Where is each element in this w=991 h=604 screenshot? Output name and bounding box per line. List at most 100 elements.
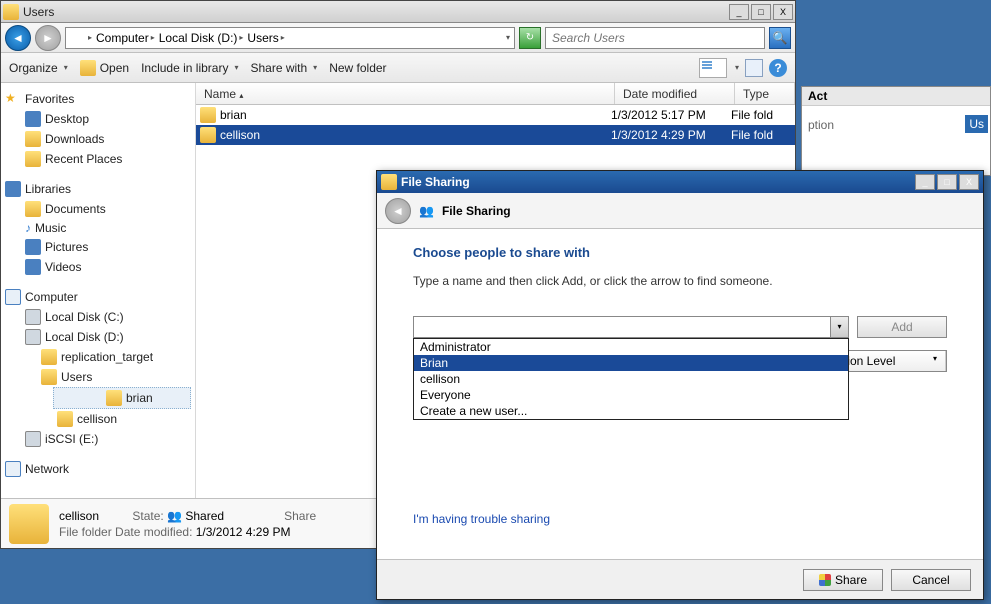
shield-icon: [819, 574, 831, 586]
libraries-header[interactable]: Libraries: [5, 179, 191, 199]
cancel-button[interactable]: Cancel: [891, 569, 971, 591]
help-icon[interactable]: ?: [769, 59, 787, 77]
tree-videos[interactable]: Videos: [5, 257, 191, 277]
folder-icon: [41, 369, 57, 385]
dialog-title: File Sharing: [401, 175, 915, 189]
dropdown-option-brian[interactable]: Brian: [414, 355, 848, 371]
address-bar[interactable]: ▸ Computer▸ Local Disk (D:)▸ Users▸ ▾: [65, 27, 515, 49]
folder-icon: [80, 60, 96, 76]
folder-icon: [25, 131, 41, 147]
search-input[interactable]: [550, 30, 760, 46]
preview-pane-button[interactable]: [745, 59, 763, 77]
dialog-maximize-button[interactable]: □: [937, 174, 957, 190]
background-users-tab: Us: [965, 115, 988, 133]
tree-drive-d[interactable]: Local Disk (D:): [5, 327, 191, 347]
background-actions-header: Act: [802, 87, 990, 106]
minimize-button[interactable]: _: [729, 4, 749, 20]
dialog-close-button[interactable]: X: [959, 174, 979, 190]
dropdown-option-cellison[interactable]: cellison: [414, 371, 848, 387]
tree-documents[interactable]: Documents: [5, 199, 191, 219]
dialog-instruction: Type a name and then click Add, or click…: [413, 274, 947, 288]
dialog-back-button[interactable]: ◄: [385, 198, 411, 224]
libraries-icon: [5, 181, 21, 197]
add-button[interactable]: Add: [857, 316, 947, 338]
drive-icon: [25, 329, 41, 345]
folder-icon: [106, 390, 122, 406]
folder-icon: [3, 4, 19, 20]
chevron-down-icon[interactable]: ▾: [830, 317, 848, 337]
col-name[interactable]: Name ▴: [196, 83, 615, 104]
dialog-heading: Choose people to share with: [413, 245, 947, 260]
chevron-down-icon[interactable]: ▾: [506, 33, 510, 42]
refresh-button[interactable]: ↻: [519, 27, 541, 49]
trouble-sharing-link[interactable]: I'm having trouble sharing: [413, 512, 550, 526]
file-sharing-dialog: File Sharing _ □ X ◄ 👥 File Sharing Choo…: [376, 170, 984, 600]
computer-icon: [5, 289, 21, 305]
search-button[interactable]: 🔍: [769, 27, 791, 49]
dialog-titlebar[interactable]: File Sharing _ □ X: [377, 171, 983, 193]
chevron-down-icon[interactable]: ▾: [735, 63, 739, 72]
dialog-header: ◄ 👥 File Sharing: [377, 193, 983, 229]
col-date[interactable]: Date modified: [615, 83, 735, 104]
file-row-brian[interactable]: brian 1/3/2012 5:17 PM File fold: [196, 105, 795, 125]
view-mode-button[interactable]: [699, 58, 727, 78]
open-button[interactable]: Open: [80, 60, 129, 76]
tree-users-folder[interactable]: Users: [5, 367, 191, 387]
user-input[interactable]: [414, 317, 830, 337]
desktop-icon: [25, 111, 41, 127]
breadcrumb-drive-d[interactable]: Local Disk (D:)▸: [159, 31, 244, 45]
details-name: cellison: [59, 509, 99, 523]
tree-drive-c[interactable]: Local Disk (C:): [5, 307, 191, 327]
user-dropdown: Administrator Brian cellison Everyone Cr…: [413, 338, 849, 420]
col-type[interactable]: Type: [735, 83, 795, 104]
chevron-right-icon: ▸: [88, 33, 92, 42]
dialog-header-text: File Sharing: [442, 204, 511, 218]
forward-button[interactable]: ►: [35, 25, 61, 51]
tree-pictures[interactable]: Pictures: [5, 237, 191, 257]
tree-music[interactable]: ♪Music: [5, 219, 191, 237]
folder-icon: [381, 174, 397, 190]
folder-icon: [41, 349, 57, 365]
favorites-header[interactable]: ★Favorites: [5, 89, 191, 109]
star-icon: ★: [5, 91, 21, 107]
window-title: Users: [23, 5, 729, 19]
dropdown-option-everyone[interactable]: Everyone: [414, 387, 848, 403]
tree-desktop[interactable]: Desktop: [5, 109, 191, 129]
folder-icon: [200, 127, 216, 143]
breadcrumb-computer[interactable]: Computer▸: [96, 31, 155, 45]
tree-recent-places[interactable]: Recent Places: [5, 149, 191, 169]
dialog-minimize-button[interactable]: _: [915, 174, 935, 190]
tree-brian[interactable]: brian: [53, 387, 191, 409]
details-state-value: Shared: [185, 509, 224, 523]
include-library-menu[interactable]: Include in library▾: [141, 61, 238, 75]
explorer-toolbar: Organize▾ Open Include in library▾ Share…: [1, 53, 795, 83]
tree-drive-e[interactable]: iSCSI (E:): [5, 429, 191, 449]
back-button[interactable]: ◄: [5, 25, 31, 51]
dropdown-option-administrator[interactable]: Administrator: [414, 339, 848, 355]
drive-icon: [25, 309, 41, 325]
details-kind: File folder: [59, 525, 112, 539]
videos-icon: [25, 259, 41, 275]
dropdown-option-create-user[interactable]: Create a new user...: [414, 403, 848, 419]
share-button[interactable]: Share: [803, 569, 883, 591]
people-icon: 👥: [419, 204, 434, 218]
new-folder-button[interactable]: New folder: [329, 61, 386, 75]
breadcrumb-users[interactable]: Users▸: [247, 31, 284, 45]
search-box[interactable]: [545, 27, 765, 49]
file-row-cellison[interactable]: cellison 1/3/2012 4:29 PM File fold: [196, 125, 795, 145]
share-with-menu[interactable]: Share with▾: [250, 61, 317, 75]
column-headers[interactable]: Name ▴ Date modified Type: [196, 83, 795, 105]
explorer-titlebar[interactable]: Users _ □ X: [1, 1, 795, 23]
dialog-footer: Share Cancel: [377, 559, 983, 599]
maximize-button[interactable]: □: [751, 4, 771, 20]
tree-cellison[interactable]: cellison: [5, 409, 191, 429]
folder-icon: [57, 411, 73, 427]
close-button[interactable]: X: [773, 4, 793, 20]
organize-menu[interactable]: Organize▾: [9, 61, 68, 75]
computer-header[interactable]: Computer: [5, 287, 191, 307]
network-header[interactable]: Network: [5, 459, 191, 479]
tree-replication-target[interactable]: replication_target: [5, 347, 191, 367]
tree-downloads[interactable]: Downloads: [5, 129, 191, 149]
user-combobox[interactable]: ▾: [413, 316, 849, 338]
network-icon: [5, 461, 21, 477]
